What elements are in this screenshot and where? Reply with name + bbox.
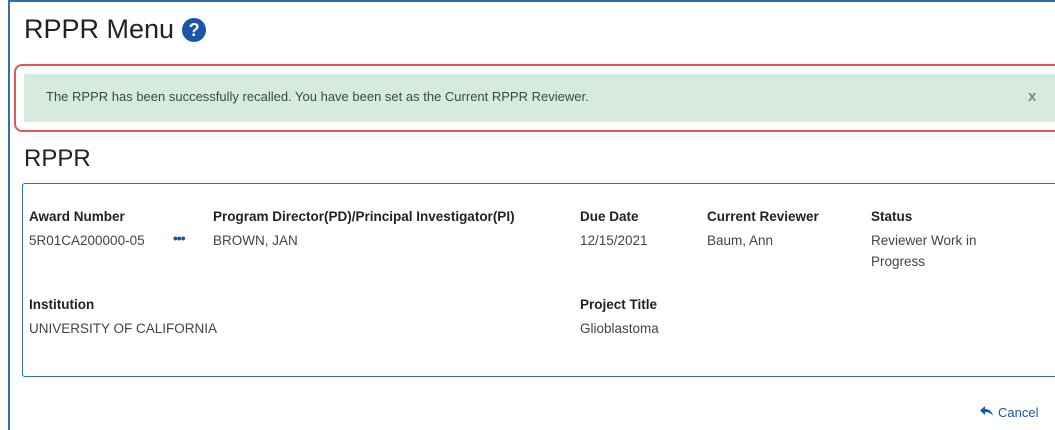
page-title-text: RPPR Menu (24, 14, 175, 44)
due-date-value: 12/15/2021 (580, 233, 648, 248)
close-alert-button[interactable]: x (1028, 88, 1036, 105)
institution-label: Institution (29, 297, 95, 312)
award-number-value: 5R01CA200000-05 (29, 233, 145, 248)
project-title-value: Glioblastoma (580, 321, 659, 336)
current-reviewer-value: Baum, Ann (707, 233, 774, 248)
pd-pi-label: Program Director(PD)/Principal Investiga… (213, 209, 515, 224)
page-title: RPPR Menu ? (24, 14, 207, 45)
rppr-details-panel: Award Number 5R01CA200000-05 ••• Program… (22, 183, 1055, 377)
institution-value: UNIVERSITY OF CALIFORNIA (29, 321, 218, 336)
current-reviewer-label: Current Reviewer (707, 209, 819, 224)
status-value-line2: Progress (871, 254, 926, 269)
alert-message: The RPPR has been successfully recalled.… (46, 89, 589, 104)
status-label: Status (871, 209, 913, 224)
section-title: RPPR (24, 145, 91, 172)
project-title-label: Project Title (580, 297, 658, 312)
award-number-label: Award Number (29, 209, 125, 224)
status-value-line1: Reviewer Work in (871, 233, 977, 248)
question-circle-icon[interactable]: ? (182, 17, 207, 42)
success-alert: The RPPR has been successfully recalled.… (24, 74, 1055, 122)
cancel-link[interactable]: Cancel (980, 405, 1038, 420)
cancel-label: Cancel (998, 405, 1039, 420)
pd-pi-value: BROWN, JAN (213, 233, 298, 248)
reply-arrow-icon (980, 405, 993, 420)
due-date-label: Due Date (580, 209, 639, 224)
ellipsis-icon[interactable]: ••• (173, 230, 186, 246)
